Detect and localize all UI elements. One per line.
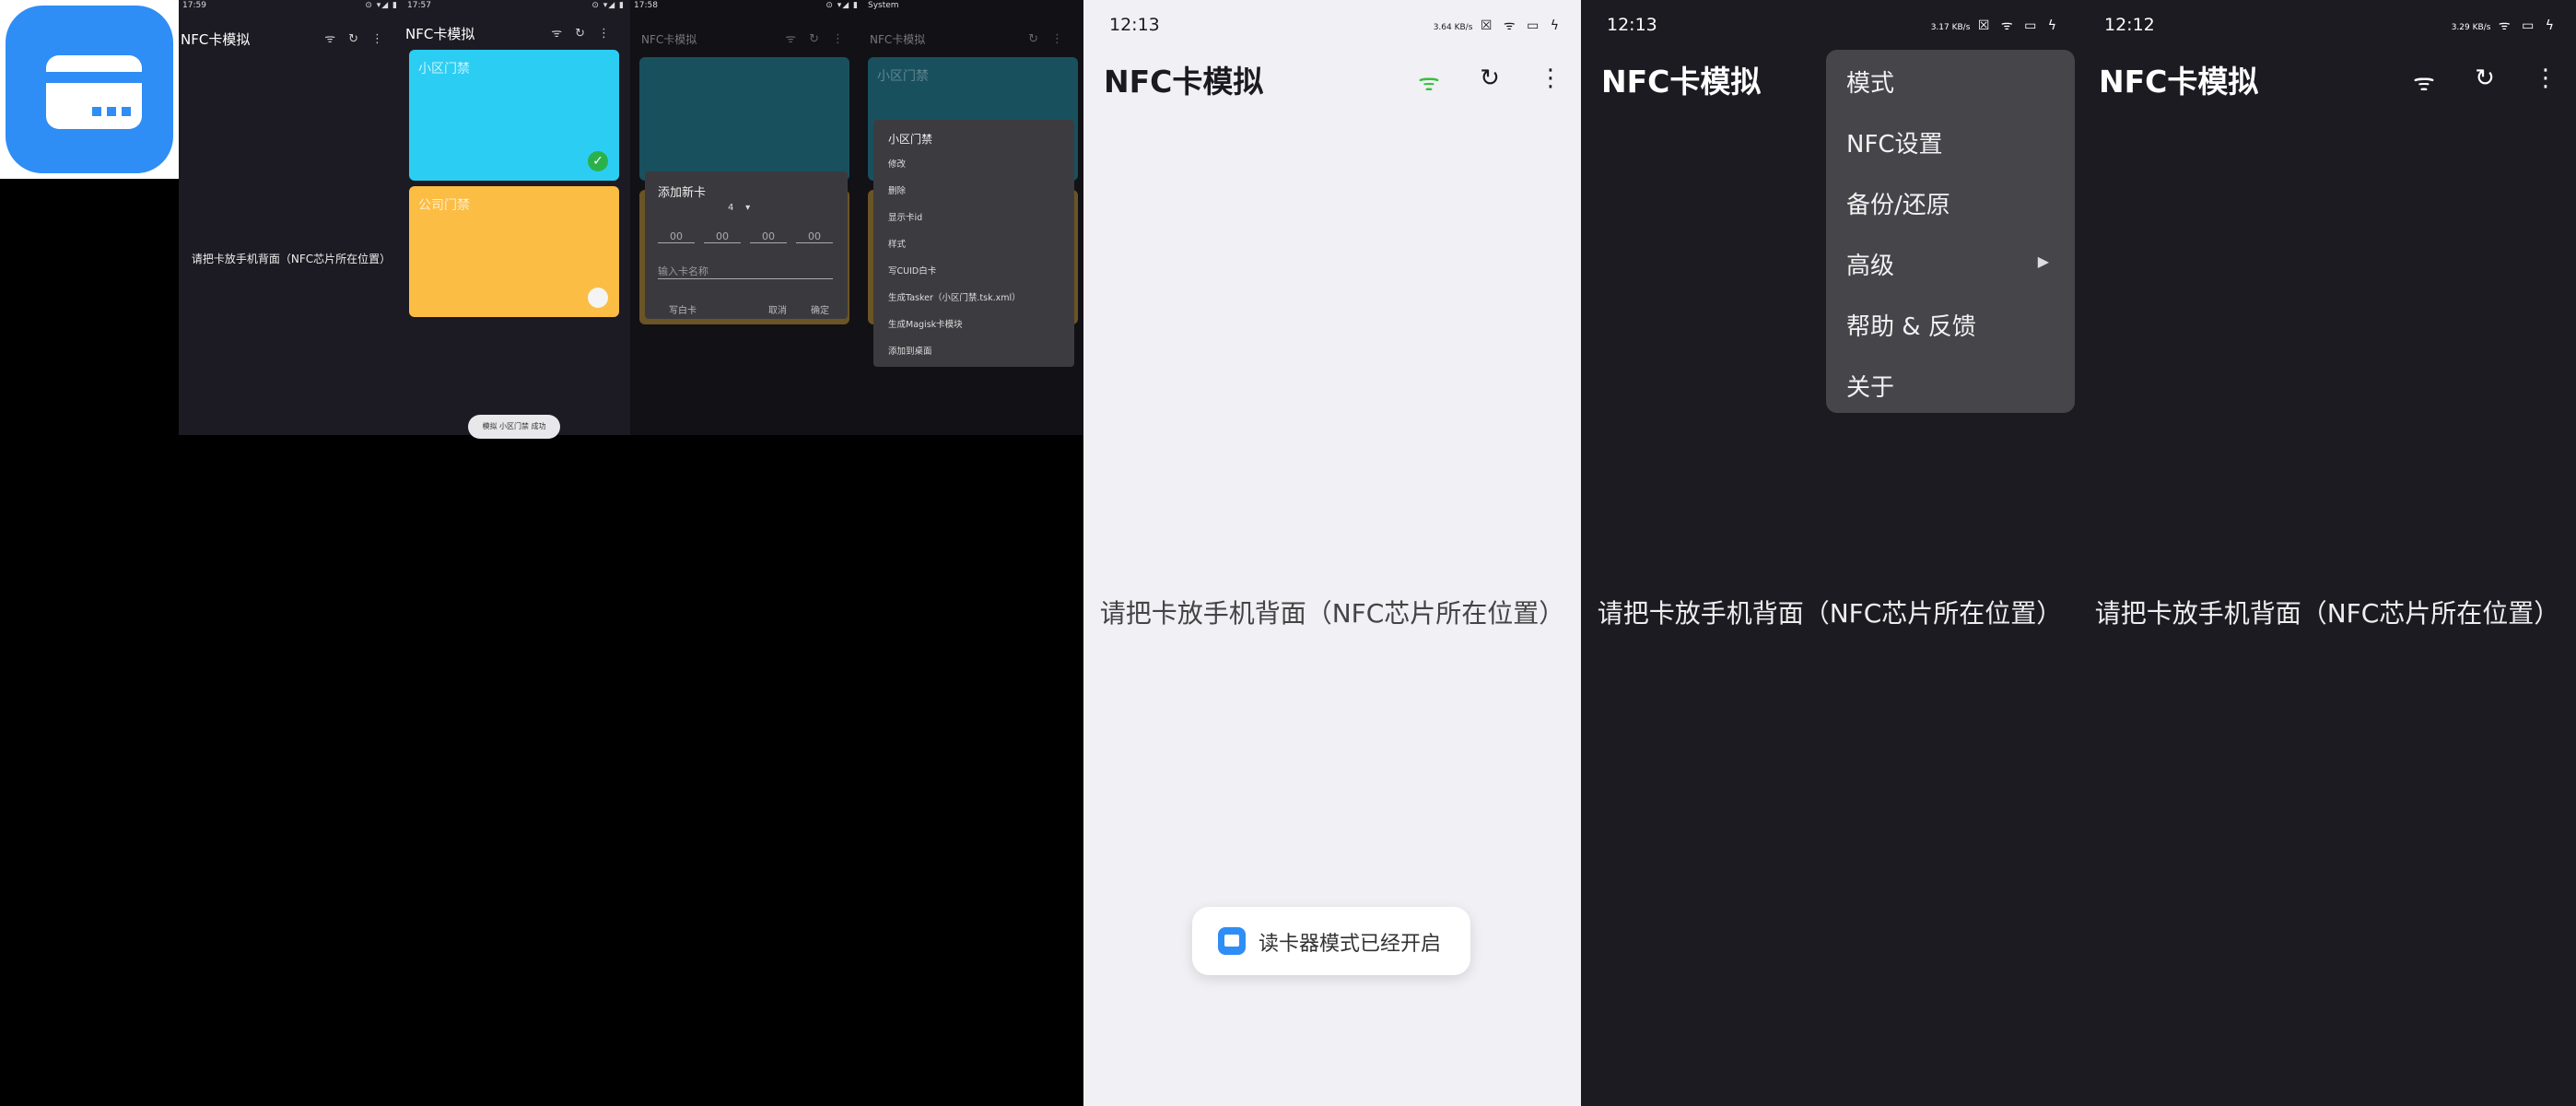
status-bar: 17:57 ⊙ ▾◢ ▮ xyxy=(404,0,630,13)
hex-input[interactable]: 00 xyxy=(704,230,741,243)
card-context-menu: 小区门禁 修改 删除 显示卡id 样式 写CUID白卡 生成Tasker（小区门… xyxy=(873,120,1074,367)
chevron-right-icon: ▶ xyxy=(2037,253,2049,270)
card-item[interactable]: 小区门禁 ✓ xyxy=(409,50,619,181)
toast-reader-mode: 读卡器模式已经开启 xyxy=(1192,907,1470,975)
menu-item-magisk[interactable]: 生成Magisk卡模块 xyxy=(888,317,963,330)
app-title: NFC卡模拟 xyxy=(405,26,475,42)
nfc-hint: 请把卡放手机背面（NFC芯片所在位置） xyxy=(2094,598,2560,629)
length-select[interactable]: 4 ▾ xyxy=(728,203,750,213)
menu-item-tasker[interactable]: 生成Tasker（小区门禁.tsk.xml） xyxy=(888,290,1021,303)
menu-item-write-cuid[interactable]: 写CUID白卡 xyxy=(888,264,936,276)
context-title: 小区门禁 xyxy=(888,133,933,146)
status-time: 17:58 xyxy=(634,1,658,10)
status-bar: System xyxy=(864,0,1083,13)
more-icon[interactable]: ⋮ xyxy=(2532,65,2559,98)
status-icons: 3.17 KB/s ☒ ᯤ ▭ ϟ xyxy=(1930,18,2060,33)
app-title: NFC卡模拟 xyxy=(870,33,926,46)
menu-item-show-id[interactable]: 显示卡id xyxy=(888,210,922,223)
menu-item-backup[interactable]: 备份/还原 xyxy=(1846,186,2067,220)
dialog-title: 添加新卡 xyxy=(658,186,707,200)
card-icon xyxy=(1218,927,1246,955)
status-icons: ⊙ ▾◢ ▮ xyxy=(365,1,398,10)
cancel-button[interactable]: 取消 xyxy=(768,302,787,316)
status-time: 17:57 xyxy=(407,1,431,10)
status-time: 17:59 xyxy=(182,1,206,10)
menu-item-delete[interactable]: 删除 xyxy=(888,183,906,196)
app-title: NFC卡模拟 xyxy=(2099,64,2259,100)
nfc-icon[interactable]: ᯤ xyxy=(1415,65,1443,98)
app-bar: NFC卡模拟 ᯤ↻⋮ xyxy=(630,26,864,53)
nfc-hint: 请把卡放手机背面（NFC芯片所在位置） xyxy=(1597,598,2063,629)
menu-item-about[interactable]: 关于 xyxy=(1846,369,2067,403)
toolbar-icons[interactable]: ᯤ↻⋮ xyxy=(324,26,396,53)
status-time: 12:13 xyxy=(1607,15,1657,35)
card-name-input[interactable]: 输入卡名称 xyxy=(658,264,833,279)
app-title: NFC卡模拟 xyxy=(641,33,697,46)
ok-button[interactable]: 确定 xyxy=(811,302,829,316)
status-time: 12:13 xyxy=(1109,15,1160,35)
app-title: NFC卡模拟 xyxy=(181,31,251,48)
status-icons: 3.29 KB/s ᯤ ▭ ϟ xyxy=(2451,18,2558,33)
overflow-menu: 模式 NFC设置 备份/还原 高级 ▶ 帮助 & 反馈 关于 xyxy=(1826,50,2075,413)
status-time: 12:12 xyxy=(2104,15,2155,35)
screen-dark-home: 12:12 3.29 KB/s ᯤ ▭ ϟ NFC卡模拟 ᯤ ↻ ⋮ 请把卡放手… xyxy=(2078,0,2576,1106)
toast-simulate: 模拟 小区门禁 成功 xyxy=(468,415,560,439)
write-blank-button[interactable]: 写白卡 xyxy=(669,302,697,316)
app-icon xyxy=(0,0,179,179)
card-icon xyxy=(46,55,142,129)
menu-item-edit[interactable]: 修改 xyxy=(888,157,906,170)
mini-screen-home: 17:59 ⊙ ▾◢ ▮ NFC卡模拟 ᯤ↻⋮ 请把卡放手机背面（NFC芯片所在… xyxy=(179,0,404,435)
status-icons: ⊙ ▾◢ ▮ xyxy=(591,1,625,10)
nfc-hint: 请把卡放手机背面（NFC芯片所在位置） xyxy=(191,253,392,265)
screen-reader-mode: 12:13 3.64 KB/s ☒ ᯤ ▭ ϟ NFC卡模拟 ᯤ ↻ ⋮ 请把卡… xyxy=(1083,0,1581,1106)
card-name: 小区门禁 xyxy=(877,69,929,84)
refresh-icon[interactable]: ↻ xyxy=(1476,65,1504,98)
check-icon: ✓ xyxy=(588,151,608,171)
app-bar: NFC卡模拟 ᯤ↻⋮ xyxy=(404,20,630,48)
refresh-icon[interactable]: ↻ xyxy=(2471,65,2499,98)
app-title: NFC卡模拟 xyxy=(1104,64,1264,100)
hex-input[interactable]: 00 xyxy=(796,230,833,243)
menu-item-add-home[interactable]: 添加到桌面 xyxy=(888,344,932,357)
card-name: 小区门禁 xyxy=(418,62,470,76)
screen-overflow-menu: 12:13 3.17 KB/s ☒ ᯤ ▭ ϟ NFC卡模拟 请把卡放手机背面（… xyxy=(1581,0,2078,1106)
more-icon[interactable]: ⋮ xyxy=(1537,65,1564,98)
add-card-dialog: 添加新卡 4 ▾ 00 00 00 00 输入卡名称 写白卡 取消 确定 xyxy=(645,171,848,319)
app-title: NFC卡模拟 xyxy=(1601,64,1762,100)
status-bar: 17:58 ⊙ ▾◢ ▮ xyxy=(630,0,864,13)
menu-item-mode[interactable]: 模式 xyxy=(1846,65,2067,99)
app-icon-tile xyxy=(6,6,173,173)
card-item[interactable]: 公司门禁 xyxy=(409,186,619,317)
toolbar-icons[interactable]: ᯤ↻⋮ xyxy=(551,20,623,48)
hex-input[interactable]: 00 xyxy=(658,230,695,243)
menu-item-style[interactable]: 样式 xyxy=(888,237,906,250)
card-name: 公司门禁 xyxy=(418,198,470,213)
toolbar-icons[interactable]: ↻⋮ xyxy=(1028,26,1076,53)
nfc-hint: 请把卡放手机背面（NFC芯片所在位置） xyxy=(1099,598,1565,629)
status-icons: ⊙ ▾◢ ▮ xyxy=(825,1,859,10)
menu-item-advanced[interactable]: 高级 ▶ xyxy=(1846,247,2067,281)
hex-input[interactable]: 00 xyxy=(750,230,787,243)
status-bar: 17:59 ⊙ ▾◢ ▮ xyxy=(179,0,404,13)
toast-text: 读卡器模式已经开启 xyxy=(1259,933,1442,956)
app-bar: NFC卡模拟 ↻⋮ xyxy=(864,26,1083,53)
toolbar-icons[interactable]: ᯤ↻⋮ xyxy=(785,26,857,53)
card-item-dim xyxy=(639,57,849,181)
menu-item-nfc-settings[interactable]: NFC设置 xyxy=(1846,125,2067,159)
menu-item-help[interactable]: 帮助 & 反馈 xyxy=(1846,308,2067,342)
status-time: System xyxy=(868,1,899,10)
nfc-icon[interactable]: ᯤ xyxy=(2410,65,2438,98)
hex-inputs: 00 00 00 00 xyxy=(658,230,833,243)
status-icons: 3.64 KB/s ☒ ᯤ ▭ ϟ xyxy=(1433,18,1563,33)
app-bar: NFC卡模拟 ᯤ↻⋮ xyxy=(179,26,404,53)
mini-screen-cards: 17:57 ⊙ ▾◢ ▮ NFC卡模拟 ᯤ↻⋮ 小区门禁 ✓ 公司门禁 xyxy=(404,0,630,435)
radio-icon xyxy=(588,288,608,308)
